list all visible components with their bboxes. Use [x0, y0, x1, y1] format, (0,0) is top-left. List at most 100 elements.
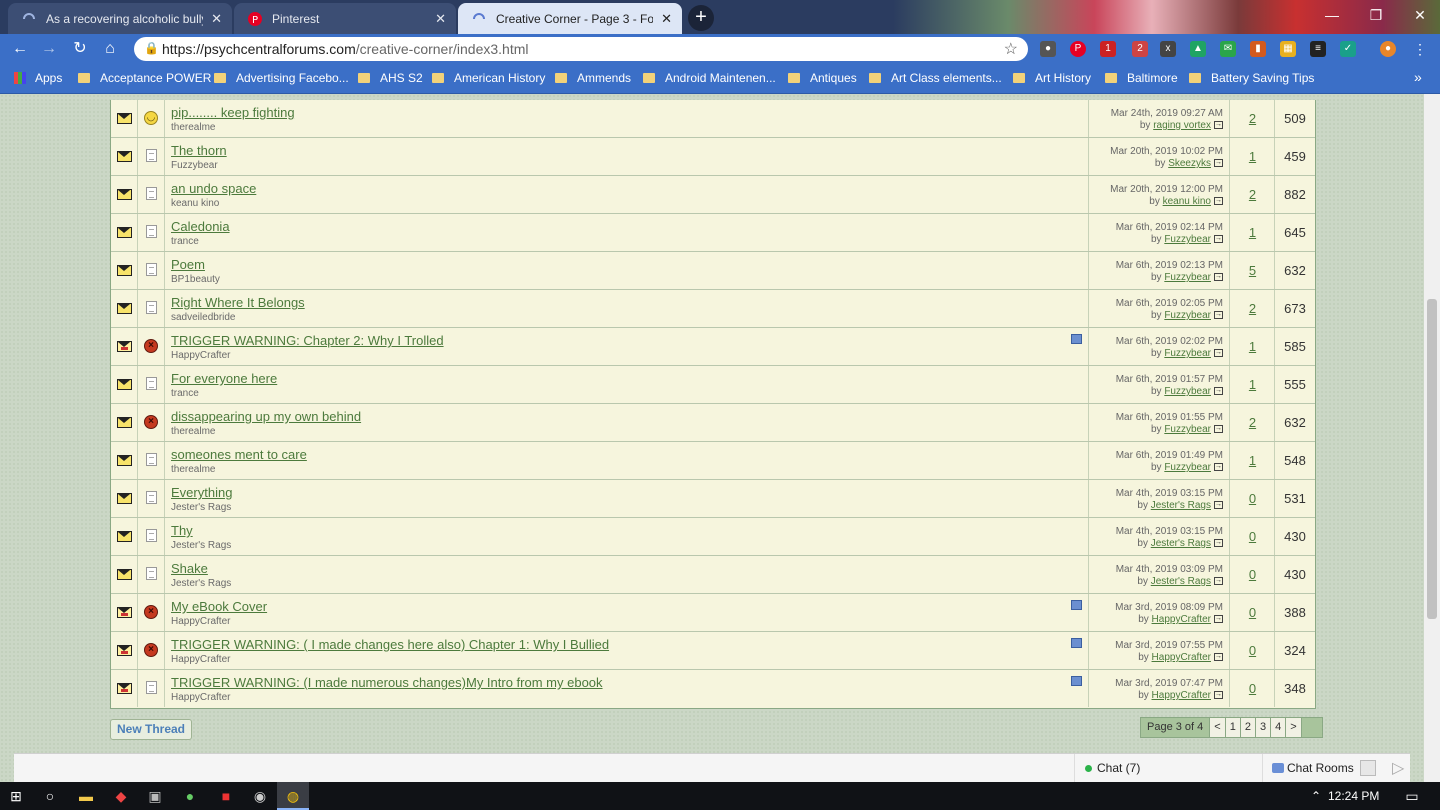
extension-calendar-icon[interactable]: 1	[1100, 41, 1116, 57]
last-poster-link[interactable]: raging vortex	[1153, 120, 1211, 131]
app-icon[interactable]: ▣	[139, 782, 171, 810]
extension-orange-icon[interactable]: ▮	[1250, 41, 1266, 57]
go-to-last-post-icon[interactable]: →	[1214, 691, 1223, 700]
last-poster-link[interactable]: Jester's Rags	[1151, 538, 1211, 549]
envelope-icon[interactable]	[117, 303, 132, 314]
thread-title-link[interactable]: pip........ keep fighting	[171, 105, 295, 120]
last-poster-link[interactable]: Jester's Rags	[1151, 576, 1211, 587]
envelope-icon[interactable]	[117, 417, 132, 428]
go-to-last-post-icon[interactable]: →	[1214, 159, 1223, 168]
go-to-last-post-icon[interactable]: →	[1214, 425, 1223, 434]
chrome-icon[interactable]: ◍	[277, 782, 309, 810]
envelope-icon[interactable]	[117, 569, 132, 580]
replies-count-link[interactable]: 1	[1230, 453, 1275, 468]
replies-count-link[interactable]: 0	[1230, 605, 1275, 620]
thread-title-link[interactable]: TRIGGER WARNING: Chapter 2: Why I Trolle…	[171, 333, 444, 348]
replies-count-link[interactable]: 0	[1230, 681, 1275, 696]
last-poster-link[interactable]: Jester's Rags	[1151, 500, 1211, 511]
go-to-last-post-icon[interactable]: →	[1214, 463, 1223, 472]
extension-layers-icon[interactable]: ≡	[1310, 41, 1326, 57]
replies-count-link[interactable]: 1	[1230, 225, 1275, 240]
close-icon[interactable]: ✕	[661, 11, 672, 27]
replies-count-link[interactable]: 5	[1230, 263, 1275, 278]
bookmark-item[interactable]: Advertising Facebo...	[214, 71, 349, 85]
envelope-icon[interactable]	[117, 645, 132, 656]
replies-count-link[interactable]: 2	[1230, 415, 1275, 430]
go-to-last-post-icon[interactable]: →	[1214, 501, 1223, 510]
app-icon[interactable]: ■	[210, 782, 242, 810]
app-icon[interactable]: ◉	[244, 782, 276, 810]
address-bar[interactable]: 🔒 https://psychcentralforums.com/creativ…	[134, 37, 1028, 61]
go-to-last-post-icon[interactable]: →	[1214, 121, 1223, 130]
go-to-last-post-icon[interactable]: →	[1214, 615, 1223, 624]
go-to-last-post-icon[interactable]: →	[1214, 653, 1223, 662]
bookmark-item[interactable]: Antiques	[788, 71, 857, 85]
extension-puzzle-icon[interactable]: x	[1160, 41, 1176, 57]
notification-icon[interactable]: ▭	[1396, 782, 1428, 810]
envelope-icon[interactable]	[117, 531, 132, 542]
last-poster-link[interactable]: HappyCrafter	[1152, 652, 1211, 663]
extension-drive-icon[interactable]: ▲	[1190, 41, 1206, 57]
last-poster-link[interactable]: Fuzzybear	[1164, 272, 1211, 283]
page-menu-button[interactable]	[1300, 718, 1322, 737]
prev-page-button[interactable]: <	[1209, 718, 1225, 737]
extension-green-icon[interactable]: ✉	[1220, 41, 1236, 57]
replies-count-link[interactable]: 2	[1230, 301, 1275, 316]
next-page-button[interactable]: >	[1285, 718, 1301, 737]
last-poster-link[interactable]: Fuzzybear	[1164, 310, 1211, 321]
chat-rooms-button[interactable]: Chat Rooms	[1262, 754, 1372, 783]
envelope-icon[interactable]	[117, 683, 132, 694]
back-button[interactable]: ←	[9, 38, 31, 60]
thread-title-link[interactable]: someones ment to care	[171, 447, 307, 462]
envelope-icon[interactable]	[117, 455, 132, 466]
replies-count-link[interactable]: 1	[1230, 149, 1275, 164]
last-poster-link[interactable]: Fuzzybear	[1164, 424, 1211, 435]
reload-button[interactable]: ↻	[69, 38, 91, 60]
replies-count-link[interactable]: 1	[1230, 339, 1275, 354]
envelope-icon[interactable]	[117, 379, 132, 390]
bookmark-apps[interactable]: Apps	[14, 71, 62, 85]
thread-title-link[interactable]: Shake	[171, 561, 208, 576]
replies-count-link[interactable]: 1	[1230, 377, 1275, 392]
go-to-last-post-icon[interactable]: →	[1214, 235, 1223, 244]
thread-title-link[interactable]: an undo space	[171, 181, 256, 196]
thread-title-link[interactable]: Poem	[171, 257, 205, 272]
page-link-2[interactable]: 2	[1239, 718, 1255, 737]
tab-recovering-alcoholic[interactable]: As a recovering alcoholic bully, I ✕	[8, 3, 232, 34]
thread-title-link[interactable]: The thorn	[171, 143, 227, 158]
envelope-icon[interactable]	[117, 607, 132, 618]
last-poster-link[interactable]: HappyCrafter	[1152, 614, 1211, 625]
windows-start-icon[interactable]: ⊞	[0, 782, 32, 810]
envelope-icon[interactable]	[117, 113, 132, 124]
thread-title-link[interactable]: Right Where It Belongs	[171, 295, 305, 310]
new-thread-button[interactable]: New Thread	[110, 719, 192, 740]
bookmarks-more-button[interactable]: »	[1414, 69, 1422, 85]
bookmark-item[interactable]: American History	[432, 71, 545, 85]
bookmark-item[interactable]: AHS S2	[358, 71, 423, 85]
chat-button[interactable]: Chat (7)	[1074, 754, 1262, 783]
forward-button[interactable]: →	[38, 38, 60, 60]
envelope-icon[interactable]	[117, 265, 132, 276]
thread-title-link[interactable]: TRIGGER WARNING: (I made numerous change…	[171, 675, 603, 690]
close-icon[interactable]: ✕	[435, 11, 446, 27]
thread-title-link[interactable]: My eBook Cover	[171, 599, 267, 614]
go-to-last-post-icon[interactable]: →	[1214, 387, 1223, 396]
extension-pinterest-icon[interactable]: P	[1070, 41, 1086, 57]
search-icon[interactable]: ○	[34, 782, 66, 810]
thread-title-link[interactable]: For everyone here	[171, 371, 277, 386]
page-link-3[interactable]: 3	[1254, 718, 1271, 737]
replies-count-link[interactable]: 0	[1230, 567, 1275, 582]
replies-count-link[interactable]: 2	[1230, 187, 1275, 202]
bookmark-item[interactable]: Android Maintenen...	[643, 71, 776, 85]
page-link-1[interactable]: 1	[1224, 718, 1240, 737]
app-icon[interactable]: ◆	[105, 782, 137, 810]
menu-icon[interactable]: ⋮	[1412, 41, 1428, 57]
bookmark-item[interactable]: Acceptance POWER	[78, 71, 211, 85]
thread-title-link[interactable]: Caledonia	[171, 219, 230, 234]
close-window-button[interactable]: ✕	[1400, 4, 1440, 26]
extension-teal-icon[interactable]: ✓	[1340, 41, 1356, 57]
page-scrollbar[interactable]	[1424, 94, 1440, 782]
thread-title-link[interactable]: TRIGGER WARNING: ( I made changes here a…	[171, 637, 609, 652]
last-poster-link[interactable]: Fuzzybear	[1164, 462, 1211, 473]
tab-creative-corner[interactable]: Creative Corner - Page 3 - Forum ✕	[458, 3, 682, 34]
